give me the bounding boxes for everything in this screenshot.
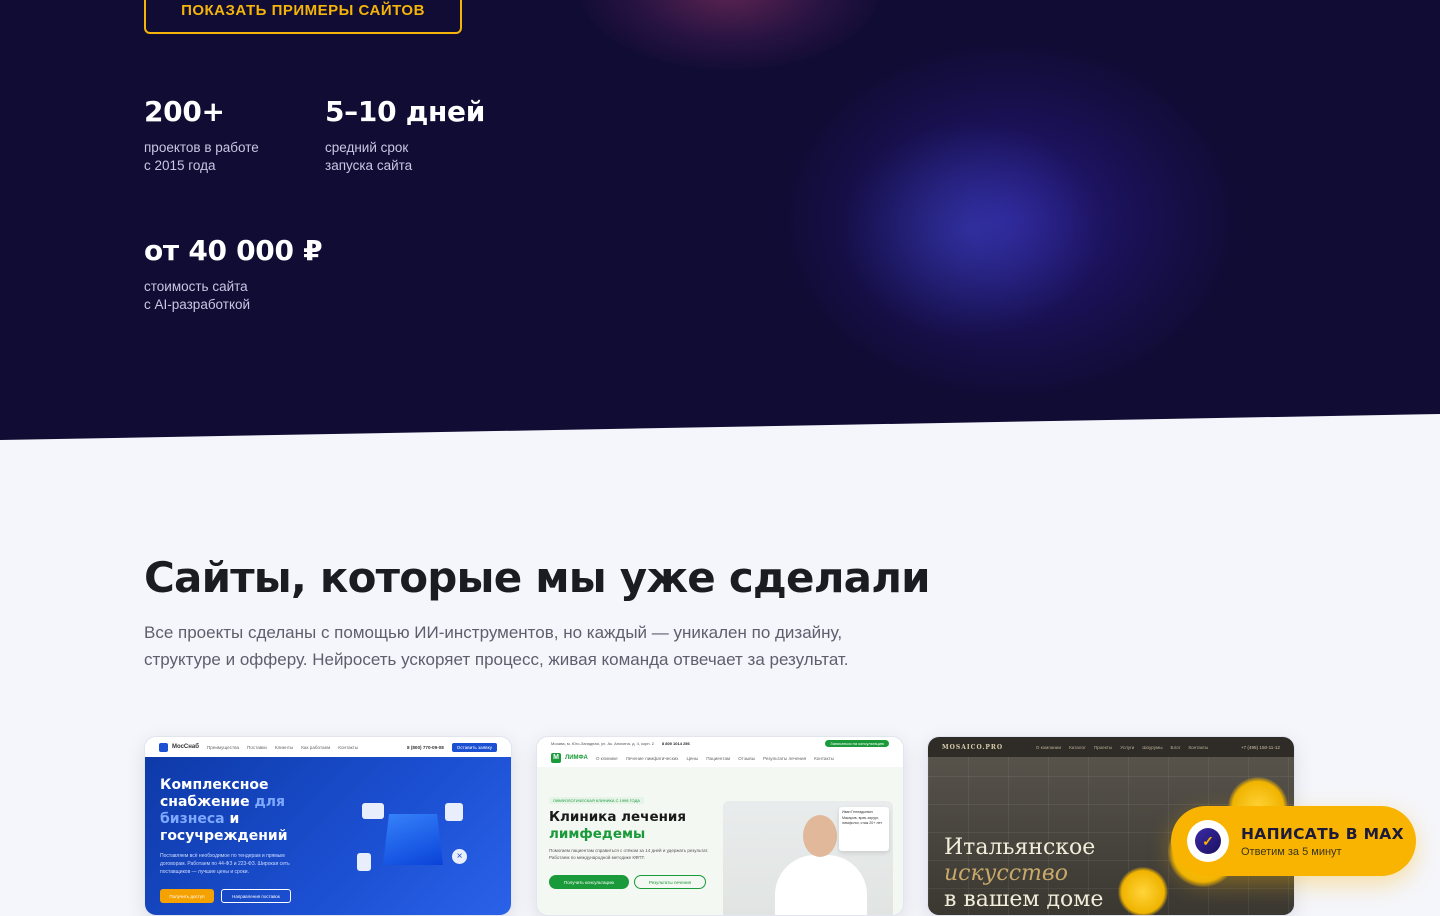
- stat-launch-time: 5–10 дней средний срок запуска сайта: [325, 95, 505, 175]
- max-logo: ✓: [1187, 820, 1229, 862]
- card-secondary-button: Направления поставок: [221, 889, 291, 903]
- stat-caption-line: средний срок: [325, 140, 409, 155]
- card-headline: Итальянское искусство в вашем доме: [944, 835, 1103, 913]
- card-nav: MOSAICO.PRO О компании Каталог Проекты У…: [928, 737, 1294, 757]
- card-nav-item: Клиенты: [274, 744, 294, 750]
- portfolio-title: Сайты, которые мы уже сделали: [144, 553, 931, 602]
- stat-value: 200+: [144, 95, 225, 128]
- card-headline-part: Комплексное снабжение: [160, 777, 269, 810]
- card-nav-item: Контакты: [814, 755, 834, 761]
- card-tag: ЛИМФОЛОГИЧЕСКАЯ КЛИНИКА С 1998 ГОДА: [549, 797, 644, 804]
- card-phone: 8 800 1014 256: [661, 740, 690, 746]
- card-primary-button: Получить доступ: [160, 889, 214, 903]
- card-nav-item: Пациентам: [706, 755, 731, 761]
- card-nav-item: Преимущества: [206, 744, 240, 750]
- document-icon: [445, 803, 463, 821]
- portfolio-card-limfa[interactable]: Москва, м. Юго-Западная, ул. Ак. Анохина…: [536, 736, 904, 916]
- card-headline-part: в вашем доме: [944, 887, 1104, 912]
- card-nav-item: Контакты: [338, 744, 359, 750]
- card-nav-item: Лечение лимфатических: [625, 755, 679, 761]
- card-phone: 8 (800) 770-09-08: [407, 744, 444, 750]
- stat-value: от 40 000 ₽: [144, 234, 323, 267]
- card-nav-item: О компании: [1035, 744, 1062, 750]
- card-nav-button: Оставить заявку: [451, 742, 497, 752]
- card-headline-part: Клиника лечения: [549, 809, 687, 825]
- flower-image: [1118, 867, 1168, 915]
- card-logo-text: ЛИМФА: [565, 755, 588, 761]
- card-address: Москва, м. Юго-Западная, ул. Ак. Анохина…: [551, 740, 654, 746]
- hero-glow-blue-inner: [840, 120, 1100, 340]
- hero-glow-pink: [580, 0, 880, 70]
- max-button-text: НАПИСАТЬ В MAX Ответим за 5 минут: [1241, 825, 1404, 858]
- stat-value: 5–10 дней: [325, 95, 486, 128]
- logo-m-icon: M: [551, 753, 561, 763]
- card-nav-item: Шоурумы: [1142, 744, 1163, 750]
- doctor-note: Иван Геннадьевич Макаров, врач-хирург, л…: [839, 807, 889, 851]
- logo-square-icon: [159, 742, 168, 752]
- card-headline-accent: искусство: [944, 861, 1068, 886]
- card-topbar: Москва, м. Юго-Западная, ул. Ак. Анохина…: [537, 737, 903, 749]
- card-logo-text: МосСнаб: [172, 744, 199, 750]
- card-nav-button: Записаться на консультацию: [825, 739, 889, 747]
- card-logo: MOSAICO.PRO: [942, 743, 1004, 751]
- card-nav-item: Цены: [686, 755, 699, 761]
- card-headline-part: Итальянское: [944, 835, 1096, 860]
- card-nav: M ЛИМФА О клинике Лечение лимфатических …: [537, 749, 903, 767]
- doctor-figure: [775, 855, 867, 915]
- doctor-photo: Иван Геннадьевич Макаров, врач-хирург, л…: [723, 801, 893, 915]
- stat-caption: стоимость сайта с AI-разработкой: [144, 278, 324, 314]
- card-nav-item: Каталог: [1069, 744, 1086, 750]
- stat-caption-line: с 2015 года: [144, 158, 216, 173]
- card-text: Поставляем всё необходимое по тендерам и…: [160, 853, 290, 875]
- card-nav-item: Поставки: [247, 744, 267, 750]
- card-nav-item: Проекты: [1093, 744, 1113, 750]
- write-in-max-button[interactable]: ✓ НАПИСАТЬ В MAX Ответим за 5 минут: [1171, 806, 1416, 876]
- stat-caption-line: запуска сайта: [325, 158, 413, 173]
- stat-price: от 40 000 ₽ стоимость сайта с AI-разрабо…: [144, 234, 324, 314]
- card-headline: Клиника лечения лимфедемы: [549, 809, 686, 843]
- hero-section: ПОКАЗАТЬ ПРИМЕРЫ САЙТОВ 200+ проектов в …: [0, 0, 1440, 440]
- doctor-figure-head: [803, 815, 837, 857]
- card-secondary-button: Результаты лечения: [634, 875, 706, 889]
- check-icon: ✓: [1195, 828, 1221, 854]
- box-icon: [383, 814, 443, 865]
- card-nav-item: Блог: [1170, 744, 1181, 750]
- card-hero: Комплексное снабжение для бизнеса и госу…: [145, 757, 511, 915]
- card-phone: +7 (495) 150-11-12: [1240, 744, 1280, 750]
- card-nav-item: Отзывы: [738, 755, 755, 761]
- card-nav-item: Услуги: [1120, 744, 1135, 750]
- show-examples-button[interactable]: ПОКАЗАТЬ ПРИМЕРЫ САЙТОВ: [144, 0, 462, 34]
- stat-caption: средний срок запуска сайта: [325, 139, 505, 175]
- close-icon: ×: [452, 849, 467, 864]
- portfolio-card-mossnab[interactable]: МосСнаб Преимущества Поставки Клиенты Ка…: [144, 736, 512, 916]
- card-headline: Комплексное снабжение для бизнеса и госу…: [160, 777, 320, 845]
- card-text: Помогаем пациентам справиться с отёком з…: [549, 848, 709, 860]
- file-icon: [357, 853, 371, 871]
- card-logo: МосСнаб: [159, 742, 199, 752]
- stat-projects: 200+ проектов в работе с 2015 года: [144, 95, 324, 175]
- mail-icon: [362, 803, 384, 819]
- card-nav-item: Как работаем: [301, 744, 331, 750]
- card-nav-item: Результаты лечения: [763, 755, 807, 761]
- stat-caption-line: с AI-разработкой: [144, 297, 251, 312]
- max-button-subtitle: Ответим за 5 минут: [1241, 845, 1342, 858]
- stat-caption: проектов в работе с 2015 года: [144, 139, 324, 175]
- max-button-title: НАПИСАТЬ В MAX: [1241, 824, 1404, 843]
- card-nav-item: О клинике: [595, 755, 618, 761]
- portfolio-description: Все проекты сделаны с помощью ИИ-инструм…: [144, 623, 849, 669]
- card-hero: Иван Геннадьевич Макаров, врач-хирург, л…: [537, 767, 903, 915]
- stat-caption-line: проектов в работе: [144, 140, 259, 155]
- card-primary-button: Получить консультацию: [549, 875, 629, 889]
- card-headline-accent: лимфедемы: [549, 826, 646, 842]
- stat-caption-line: стоимость сайта: [144, 279, 248, 294]
- card-nav: МосСнаб Преимущества Поставки Клиенты Ка…: [145, 737, 511, 757]
- card-nav-item: Контакты: [1188, 744, 1209, 750]
- card-logo: M ЛИМФА: [551, 753, 588, 763]
